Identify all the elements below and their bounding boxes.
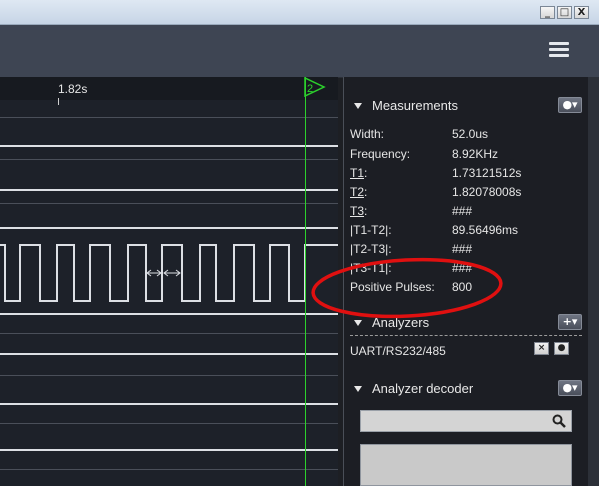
remove-analyzer-button[interactable]: × [534, 342, 549, 355]
t3-t1-label: |T3-T1|: [350, 261, 392, 275]
t1-suffix: : [364, 166, 368, 180]
decoder-settings-button[interactable]: ●▾ [558, 380, 582, 396]
gear-icon: ●▾ [562, 381, 578, 394]
close-icon: × [537, 343, 546, 353]
analyzer-decoder-header[interactable]: Analyzer decoder ●▾ [344, 376, 589, 400]
channel-signal-line [0, 449, 338, 451]
measurements-header[interactable]: Measurements ●▾ [344, 93, 589, 117]
collapse-triangle-icon[interactable] [354, 386, 362, 392]
plus-icon: +▾ [562, 315, 578, 328]
t2-t3-label: |T2-T3|: [350, 242, 392, 256]
channel-separator [0, 423, 338, 424]
t1-label[interactable]: T1: [350, 166, 367, 180]
hamburger-menu-icon[interactable] [549, 42, 569, 58]
width-value: 52.0us [452, 127, 489, 141]
measurement-panel: Measurements ●▾ Width: 52.0us Frequency:… [343, 77, 589, 486]
cursor-label: 2 [307, 83, 313, 95]
maximize-button[interactable]: □ [557, 6, 572, 19]
positive-pulses-label: Positive Pulses: [350, 280, 435, 294]
analyzers-header[interactable]: Analyzers +▾ [344, 310, 589, 334]
cursor-marker-flag[interactable]: 2 [304, 77, 328, 97]
decoder-search-input[interactable] [360, 410, 572, 432]
t3-suffix: : [364, 204, 368, 218]
channel-signal-line [0, 353, 338, 355]
channel-separator [0, 375, 338, 376]
pulse-waveform [0, 244, 338, 302]
t1-link[interactable]: T1 [350, 166, 364, 180]
width-measure-arrow-icon [146, 269, 181, 277]
time-cursor-line[interactable] [305, 77, 306, 486]
analyzers-title: Analyzers [372, 315, 430, 330]
collapse-triangle-icon[interactable] [354, 103, 362, 109]
t3-t1-value: ### [452, 261, 473, 275]
add-analyzer-button[interactable]: +▾ [558, 314, 582, 330]
t2-t3-value: ### [452, 242, 473, 256]
channel-signal-line [0, 403, 338, 405]
window-title-bar: _ □ X [0, 0, 599, 25]
frequency-value: 8.92KHz [452, 147, 499, 161]
minimize-button[interactable]: _ [540, 6, 555, 19]
analyzer-item-uart[interactable]: UART/RS232/485 [350, 344, 446, 358]
t2-link[interactable]: T2 [350, 185, 364, 199]
close-window-button[interactable]: X [574, 6, 589, 19]
width-label: Width: [350, 127, 385, 141]
dashed-divider [350, 335, 582, 336]
measurements-settings-button[interactable]: ●▾ [558, 97, 582, 113]
t2-value: 1.82078008s [452, 185, 522, 199]
gear-icon: ●▾ [562, 98, 578, 111]
t2-suffix: : [364, 185, 368, 199]
channel-separator [0, 469, 338, 470]
t1-value: 1.73121512s [452, 166, 522, 180]
analyzer-decoder-title: Analyzer decoder [372, 381, 474, 396]
waveform-view[interactable]: 1.82s 2 [0, 77, 338, 486]
channel-signal-line [0, 313, 338, 315]
gear-icon: ● [557, 343, 566, 353]
t2-label[interactable]: T2: [350, 185, 367, 199]
frequency-label: Frequency: [350, 147, 411, 161]
t1-t2-label: |T1-T2|: [350, 223, 392, 237]
analyzer-settings-button[interactable]: ● [554, 342, 569, 355]
measurements-title: Measurements [372, 98, 458, 113]
decoder-results-area[interactable] [360, 444, 572, 486]
t1-t2-value: 89.56496ms [452, 223, 519, 237]
collapse-triangle-icon[interactable] [354, 320, 362, 326]
t3-link[interactable]: T3 [350, 204, 364, 218]
t3-label[interactable]: T3: [350, 204, 367, 218]
magnifier-icon[interactable] [552, 414, 566, 428]
positive-pulses-value: 800 [452, 280, 473, 294]
toolbar [0, 25, 599, 78]
channel-separator [0, 333, 338, 334]
t3-value: ### [452, 204, 473, 218]
right-edge-strip [588, 77, 599, 486]
